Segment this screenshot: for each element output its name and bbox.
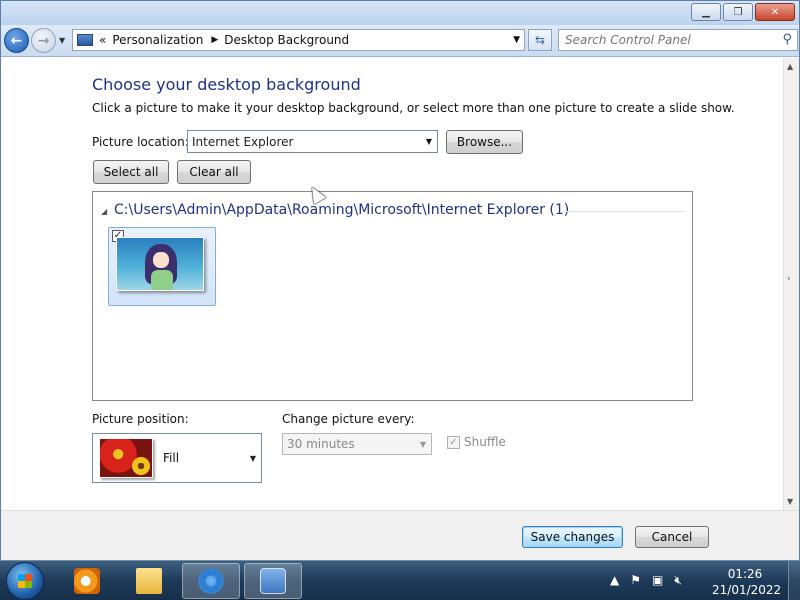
taskbar-explorer[interactable] xyxy=(120,563,178,599)
control-panel-icon xyxy=(77,34,93,46)
control-panel-icon xyxy=(260,568,286,594)
browse-button[interactable]: Browse... xyxy=(446,130,523,154)
volume-muted-icon[interactable]: 🔇︎ xyxy=(674,573,682,588)
collapse-group-icon[interactable]: ◢ xyxy=(101,207,107,216)
group-folder-path[interactable]: C:\Users\Admin\AppData\Roaming\Microsoft… xyxy=(114,202,569,218)
picture-position-value: Fill xyxy=(163,451,180,465)
address-chevrons[interactable]: « xyxy=(99,33,106,47)
group-divider xyxy=(563,211,685,212)
taskbar-internet-explorer[interactable] xyxy=(182,563,240,599)
taskbar-control-panel[interactable] xyxy=(244,563,302,599)
position-preview-image xyxy=(99,438,153,478)
picture-location-label: Picture location: xyxy=(92,135,189,149)
clock-date: 21/01/2022 xyxy=(712,583,782,597)
address-dropdown-icon[interactable]: ▼ xyxy=(513,35,520,45)
forward-arrow-icon[interactable]: → xyxy=(31,28,56,53)
network-icon[interactable]: ▣ xyxy=(652,573,663,588)
taskbar-media-player[interactable] xyxy=(58,563,116,599)
minimize-icon[interactable]: ▁ xyxy=(691,3,721,21)
notification-area: ▲ ⚑ ▣ 🔇︎ xyxy=(610,573,693,588)
clock-time: 01:26 xyxy=(727,567,763,581)
control-panel-window: ▁ ❐ ✕ ← → ▼ « Personalization ▶ Desktop … xyxy=(0,0,800,560)
title-bar[interactable]: ▁ ❐ ✕ xyxy=(1,1,799,25)
select-all-button[interactable]: Select all xyxy=(93,160,169,184)
save-changes-button[interactable]: Save changes xyxy=(522,526,623,548)
maximize-icon[interactable]: ❐ xyxy=(723,3,753,21)
breadcrumb-desktop-background[interactable]: Desktop Background xyxy=(224,33,349,47)
scroll-up-icon[interactable]: ▲ xyxy=(787,62,793,71)
shuffle-label: Shuffle xyxy=(464,435,506,449)
picture-gallery[interactable]: ◢ C:\Users\Admin\AppData\Roaming\Microso… xyxy=(92,191,693,401)
internet-explorer-icon xyxy=(198,568,224,594)
window-controls: ▁ ❐ ✕ xyxy=(689,3,795,21)
dialog-footer: Save changes Cancel xyxy=(1,510,799,560)
vertical-scrollbar[interactable]: ▲ › ▼ xyxy=(783,58,799,510)
picture-position-select[interactable]: Fill ▼ xyxy=(92,433,262,483)
explorer-folder-icon xyxy=(136,568,162,594)
cancel-button[interactable]: Cancel xyxy=(635,526,709,548)
shuffle-check-icon[interactable]: ✓ xyxy=(447,435,460,449)
media-player-icon xyxy=(74,568,100,594)
page-description: Click a picture to make it your desktop … xyxy=(92,101,735,115)
picture-position-label: Picture position: xyxy=(92,412,189,426)
start-orb-icon[interactable] xyxy=(6,562,44,600)
wallpaper-thumbnail xyxy=(116,237,204,291)
refresh-icon[interactable]: ⇆ xyxy=(528,29,552,51)
close-icon[interactable]: ✕ xyxy=(755,3,795,21)
chevron-down-icon: ▼ xyxy=(425,137,432,146)
shuffle-checkbox[interactable]: ✓ Shuffle xyxy=(447,435,506,449)
clear-all-button[interactable]: Clear all xyxy=(177,160,251,184)
system-clock[interactable]: 01:26 21/01/2022 xyxy=(712,566,782,598)
breadcrumb-separator-icon[interactable]: ▶ xyxy=(211,35,218,45)
change-picture-label: Change picture every: xyxy=(282,412,415,426)
search-icon[interactable]: ⚲ xyxy=(782,32,792,47)
page-title: Choose your desktop background xyxy=(92,75,361,94)
chevron-down-icon: ▼ xyxy=(419,439,426,449)
back-arrow-icon[interactable]: ← xyxy=(4,28,29,53)
scroll-thumb[interactable]: › xyxy=(787,274,791,284)
main-content: Choose your desktop background Click a p… xyxy=(1,58,783,510)
taskbar: ▲ ⚑ ▣ 🔇︎ 01:26 21/01/2022 xyxy=(0,560,800,600)
picture-location-select[interactable]: Internet Explorer ▼ xyxy=(187,130,438,153)
picture-location-value: Internet Explorer xyxy=(192,134,294,149)
search-box[interactable]: ⚲ xyxy=(558,29,798,51)
action-center-flag-icon[interactable]: ⚑ xyxy=(630,573,641,588)
change-picture-value: 30 minutes xyxy=(287,437,355,451)
address-bar[interactable]: « Personalization ▶ Desktop Background ▼ xyxy=(72,29,525,51)
navigation-bar: ← → ▼ « Personalization ▶ Desktop Backgr… xyxy=(1,25,799,57)
change-picture-interval-select[interactable]: 30 minutes ▼ xyxy=(282,433,432,455)
picture-tile[interactable]: ✓ xyxy=(108,227,216,306)
search-input[interactable] xyxy=(565,30,775,50)
scroll-down-icon[interactable]: ▼ xyxy=(787,497,793,506)
recent-pages-dropdown-icon[interactable]: ▼ xyxy=(59,36,65,45)
chevron-down-icon: ▼ xyxy=(249,454,256,463)
show-desktop-button[interactable] xyxy=(788,561,800,600)
breadcrumb-personalization[interactable]: Personalization xyxy=(112,33,203,47)
show-hidden-icons-icon[interactable]: ▲ xyxy=(610,573,619,588)
